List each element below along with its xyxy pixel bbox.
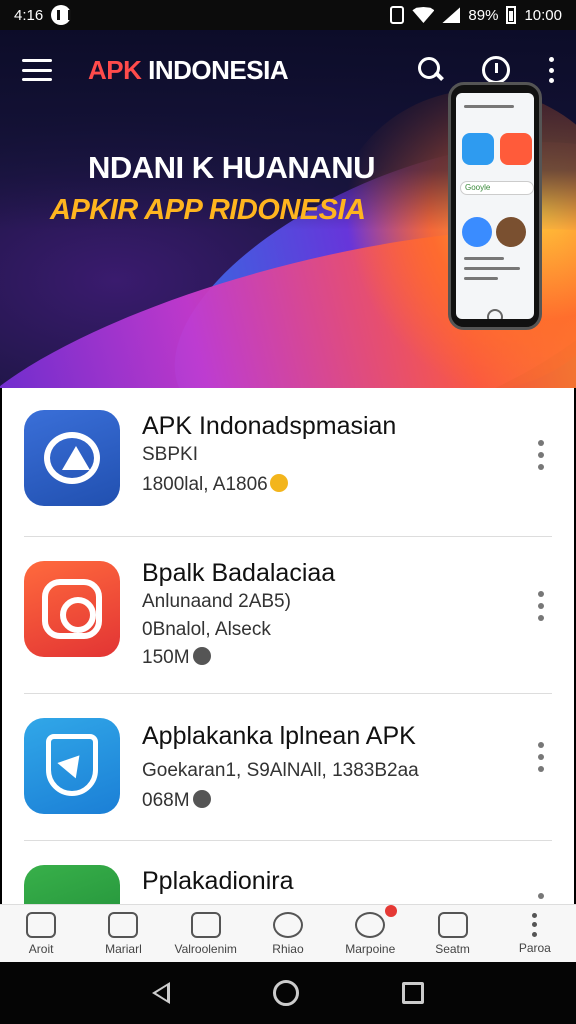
list-item[interactable]: Pplakadionira bbox=[2, 841, 574, 904]
app-publisher: SBPKI bbox=[142, 444, 198, 465]
list-item[interactable]: Apþlakanka lplnean APK Goekaran1, S9AlNA… bbox=[2, 694, 574, 840]
app-name: APK Indonadspmasian bbox=[142, 412, 397, 440]
status-bar: 4:16 89% 10:00 bbox=[0, 0, 576, 30]
item-more-icon[interactable] bbox=[538, 742, 544, 772]
list-item[interactable]: APK Indonadspmasian SBPKI 1800lal, A1806 bbox=[2, 388, 574, 536]
wifi-icon bbox=[412, 7, 435, 23]
app-name: Bpalk Badalaciaa bbox=[142, 559, 336, 587]
search-icon[interactable] bbox=[418, 57, 444, 83]
phone-app-icon bbox=[462, 133, 494, 165]
more-icon bbox=[532, 912, 538, 937]
menu-icon[interactable] bbox=[22, 59, 52, 81]
shield-icon bbox=[24, 718, 120, 814]
phone-home-button bbox=[487, 309, 503, 319]
android-green-icon bbox=[24, 865, 120, 904]
pause-notification-icon bbox=[51, 5, 72, 25]
nav-item-house[interactable]: Valroolenim bbox=[165, 905, 247, 962]
overflow-menu-icon[interactable] bbox=[548, 57, 554, 83]
app-list: APK Indonadspmasian SBPKI 1800lal, A1806… bbox=[2, 388, 574, 904]
download-icon bbox=[272, 911, 303, 938]
app-details: 0Bnalol, Alseck bbox=[142, 619, 271, 640]
app-name: Pplakadionira bbox=[142, 867, 294, 895]
app-details: Goekaran1, S9AlNAll, 1383B2aa bbox=[142, 760, 419, 781]
bottom-nav: Aroit Mariarl Valroolenim Rhiao Marpoine… bbox=[0, 904, 576, 962]
rating-icon bbox=[192, 790, 211, 808]
app-publisher: Anlunaand 2AB5) bbox=[142, 591, 291, 612]
item-more-icon[interactable] bbox=[538, 591, 544, 621]
back-icon[interactable] bbox=[151, 982, 170, 1004]
android-icon bbox=[24, 410, 120, 506]
battery-icon bbox=[506, 6, 517, 24]
signal-icon bbox=[442, 7, 461, 23]
status-time-left: 4:16 bbox=[14, 6, 44, 24]
system-nav-bar bbox=[0, 962, 576, 1024]
hero-banner[interactable]: APK INDONESIA NDANI K HUANANU APKIR APP … bbox=[0, 30, 576, 388]
history-icon[interactable] bbox=[482, 56, 510, 84]
phone-app-icon bbox=[496, 217, 526, 247]
notification-badge bbox=[385, 905, 398, 917]
app-details: 1800lal, A1806 bbox=[142, 474, 288, 496]
camera-icon bbox=[24, 561, 120, 657]
phone-search-bar: Gooyle bbox=[460, 181, 534, 195]
phone-illustration: Gooyle bbox=[448, 82, 542, 330]
battery-percent: 89% bbox=[468, 6, 499, 24]
home-nav-icon bbox=[26, 911, 57, 938]
home-icon[interactable] bbox=[272, 980, 299, 1006]
phone-app-icon bbox=[462, 217, 492, 247]
nav-item-download[interactable]: Rhiao bbox=[247, 905, 329, 962]
vibrate-icon bbox=[390, 6, 405, 24]
banner-headline: NDANI K HUANANU bbox=[88, 150, 376, 185]
nav-item-share[interactable]: Seatm bbox=[411, 905, 493, 962]
brand-logo: APK INDONESIA bbox=[88, 54, 289, 85]
app-size: 068M bbox=[142, 790, 211, 812]
apps-grid-icon bbox=[108, 911, 139, 938]
house-icon bbox=[190, 911, 221, 938]
status-time-right: 10:00 bbox=[524, 6, 562, 24]
app-size: 150M bbox=[142, 647, 211, 669]
item-more-icon[interactable] bbox=[538, 893, 544, 904]
rating-icon bbox=[192, 647, 211, 665]
nav-item-apps[interactable]: Mariarl bbox=[82, 905, 164, 962]
list-item[interactable]: Bpalk Badalaciaa Anlunaand 2AB5) 0Bnalol… bbox=[2, 537, 574, 693]
recents-icon[interactable] bbox=[402, 982, 425, 1004]
nav-item-more[interactable]: Paroa bbox=[494, 905, 576, 962]
share-icon bbox=[437, 911, 468, 938]
nav-item-home[interactable]: Aroit bbox=[0, 905, 82, 962]
emoji-icon bbox=[269, 474, 288, 492]
banner-subline: APKIR APP RIDONESIA bbox=[50, 194, 366, 226]
profile-icon bbox=[355, 911, 386, 938]
phone-app-icon bbox=[500, 133, 532, 165]
item-more-icon[interactable] bbox=[538, 440, 544, 470]
app-name: Apþlakanka lplnean APK bbox=[142, 722, 416, 750]
nav-item-profile[interactable]: Marpoine bbox=[329, 905, 411, 962]
